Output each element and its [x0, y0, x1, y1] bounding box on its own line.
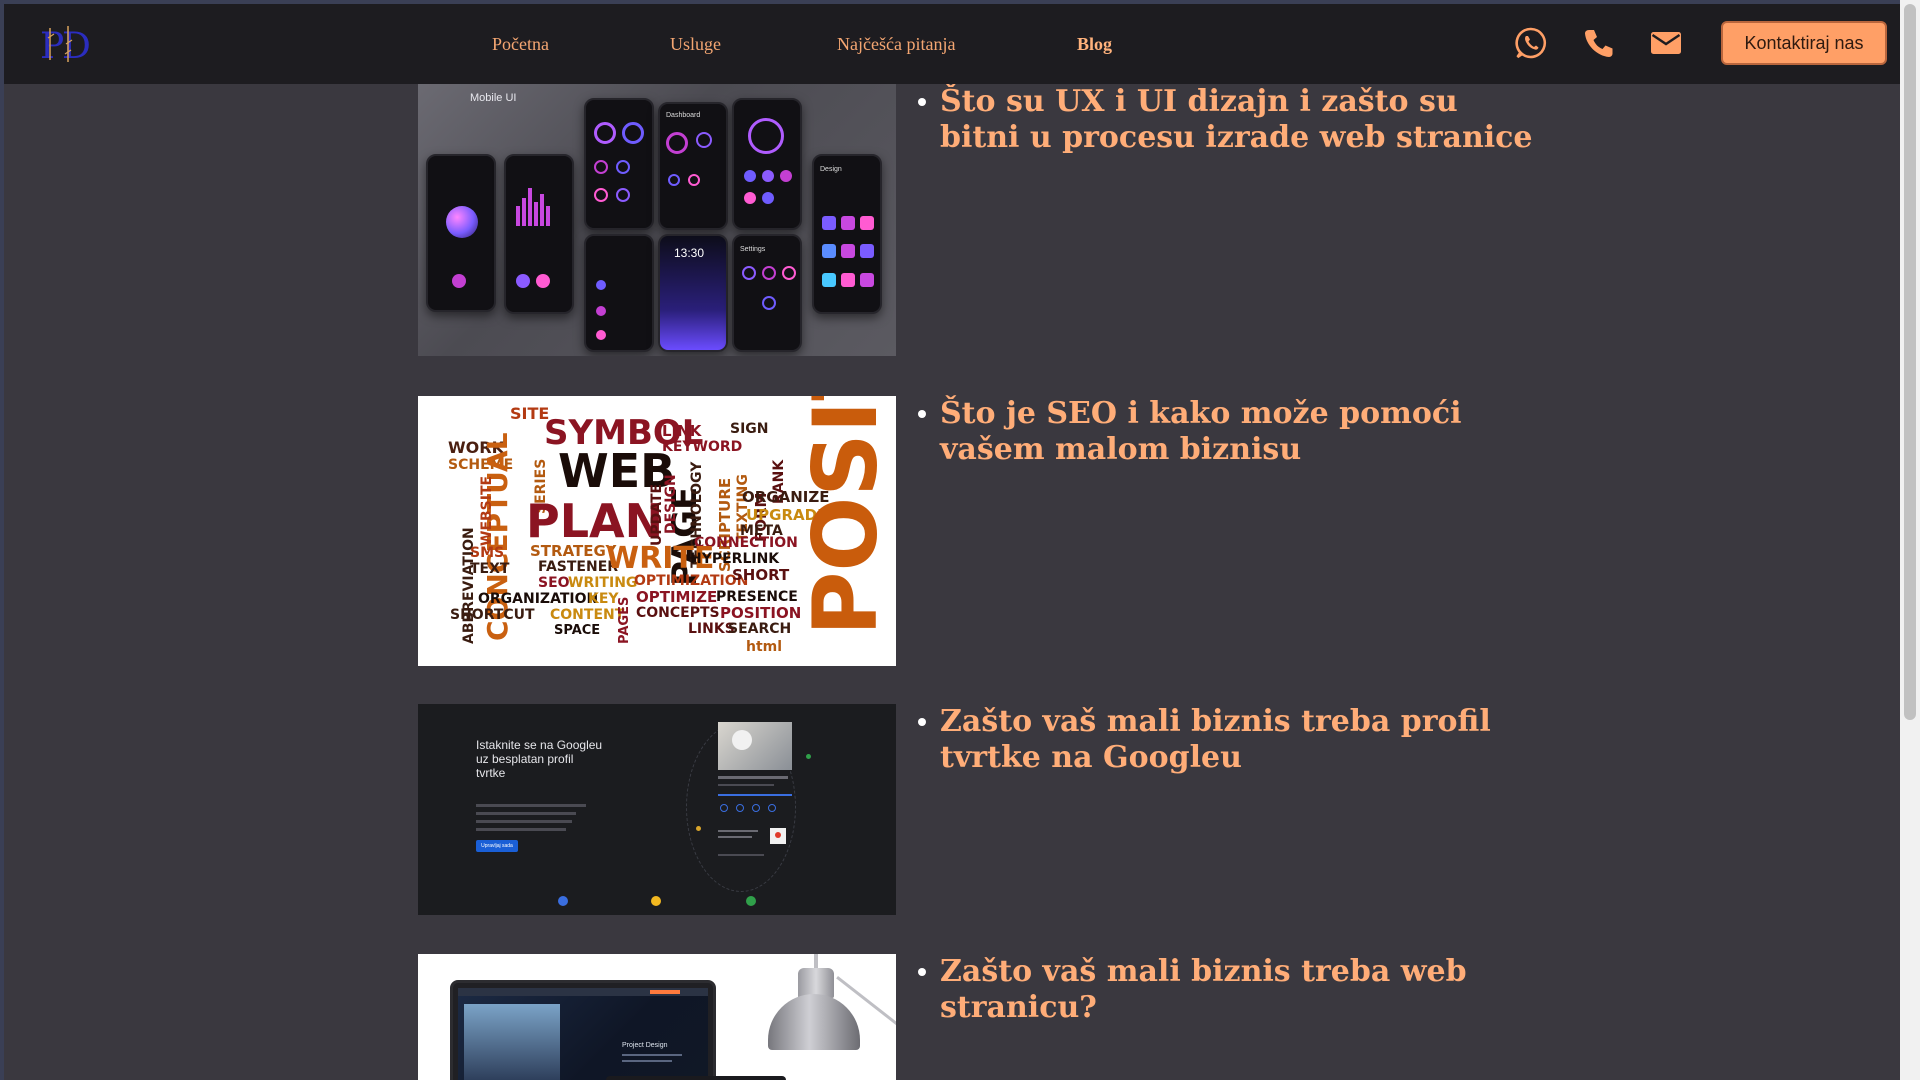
- list-bullet: [918, 718, 926, 726]
- browser-viewport: P D PD Početna Usluge Najčešća pitanja B…: [0, 0, 1900, 1080]
- nav-link-faq[interactable]: Najčešća pitanja: [837, 34, 955, 55]
- list-bullet: [918, 968, 926, 976]
- post-image-seo-word-cloud[interactable]: SITE SYMBOL LINK SIGN WORK KEYWORD SCHEM…: [418, 396, 896, 666]
- post-image-google-business-profile[interactable]: Istaknite se na Googleu uz besplatan pro…: [418, 704, 896, 915]
- svg-text:P: P: [40, 26, 64, 66]
- post-title-seo[interactable]: Što je SEO i kako može pomoći vašem malo…: [918, 396, 1540, 468]
- post-image-laptop-lamp[interactable]: Project Design: [418, 954, 896, 1080]
- nav-link-usluge[interactable]: Usluge: [670, 34, 721, 55]
- phone-mockup: [504, 154, 574, 314]
- nav-link-pocetna[interactable]: Početna: [492, 34, 549, 55]
- image-heading: Istaknite se na Googleu uz besplatan pro…: [476, 738, 603, 780]
- image-caption: Mobile UI: [470, 92, 517, 104]
- svg-text:D: D: [62, 26, 91, 66]
- phone-mockup: [584, 98, 654, 230]
- manage-now-button: Upravljaj sada: [476, 840, 518, 852]
- mail-icon[interactable]: [1649, 26, 1683, 60]
- post-title-ux-ui[interactable]: Što su UX i UI dizajn i zašto su bitni u…: [918, 84, 1540, 156]
- site-logo[interactable]: P D PD: [38, 20, 96, 67]
- phone-mockup: 13:30: [658, 234, 728, 352]
- phone-mockup: Settings: [732, 234, 802, 352]
- post-title-web-stranica[interactable]: Zašto vaš mali biznis treba web stranicu…: [918, 954, 1540, 1026]
- list-bullet: [918, 98, 926, 106]
- whatsapp-icon[interactable]: [1514, 26, 1548, 60]
- post-image-mobile-ui[interactable]: Mobile UI Dashboard Design 13:30 Setting…: [418, 84, 896, 356]
- post-title-google-profile[interactable]: Zašto vaš mali biznis treba profil tvrtk…: [918, 704, 1540, 776]
- page-scrollbar[interactable]: [1900, 0, 1920, 1080]
- phone-mockup: [426, 154, 496, 312]
- scrollbar-thumb[interactable]: [1904, 4, 1916, 720]
- phone-mockup: [732, 98, 802, 230]
- phone-mockup: [584, 234, 654, 352]
- phone-mockup: Design: [812, 154, 882, 314]
- screen-heading: Project Design: [622, 1042, 668, 1049]
- site-header: P D PD Početna Usluge Najčešća pitanja B…: [4, 4, 1900, 84]
- phone-mockup: Dashboard: [658, 102, 728, 230]
- list-bullet: [918, 410, 926, 418]
- contact-us-button[interactable]: Kontaktiraj nas: [1721, 21, 1887, 65]
- phone-icon[interactable]: [1582, 26, 1616, 60]
- nav-link-blog[interactable]: Blog: [1077, 34, 1112, 55]
